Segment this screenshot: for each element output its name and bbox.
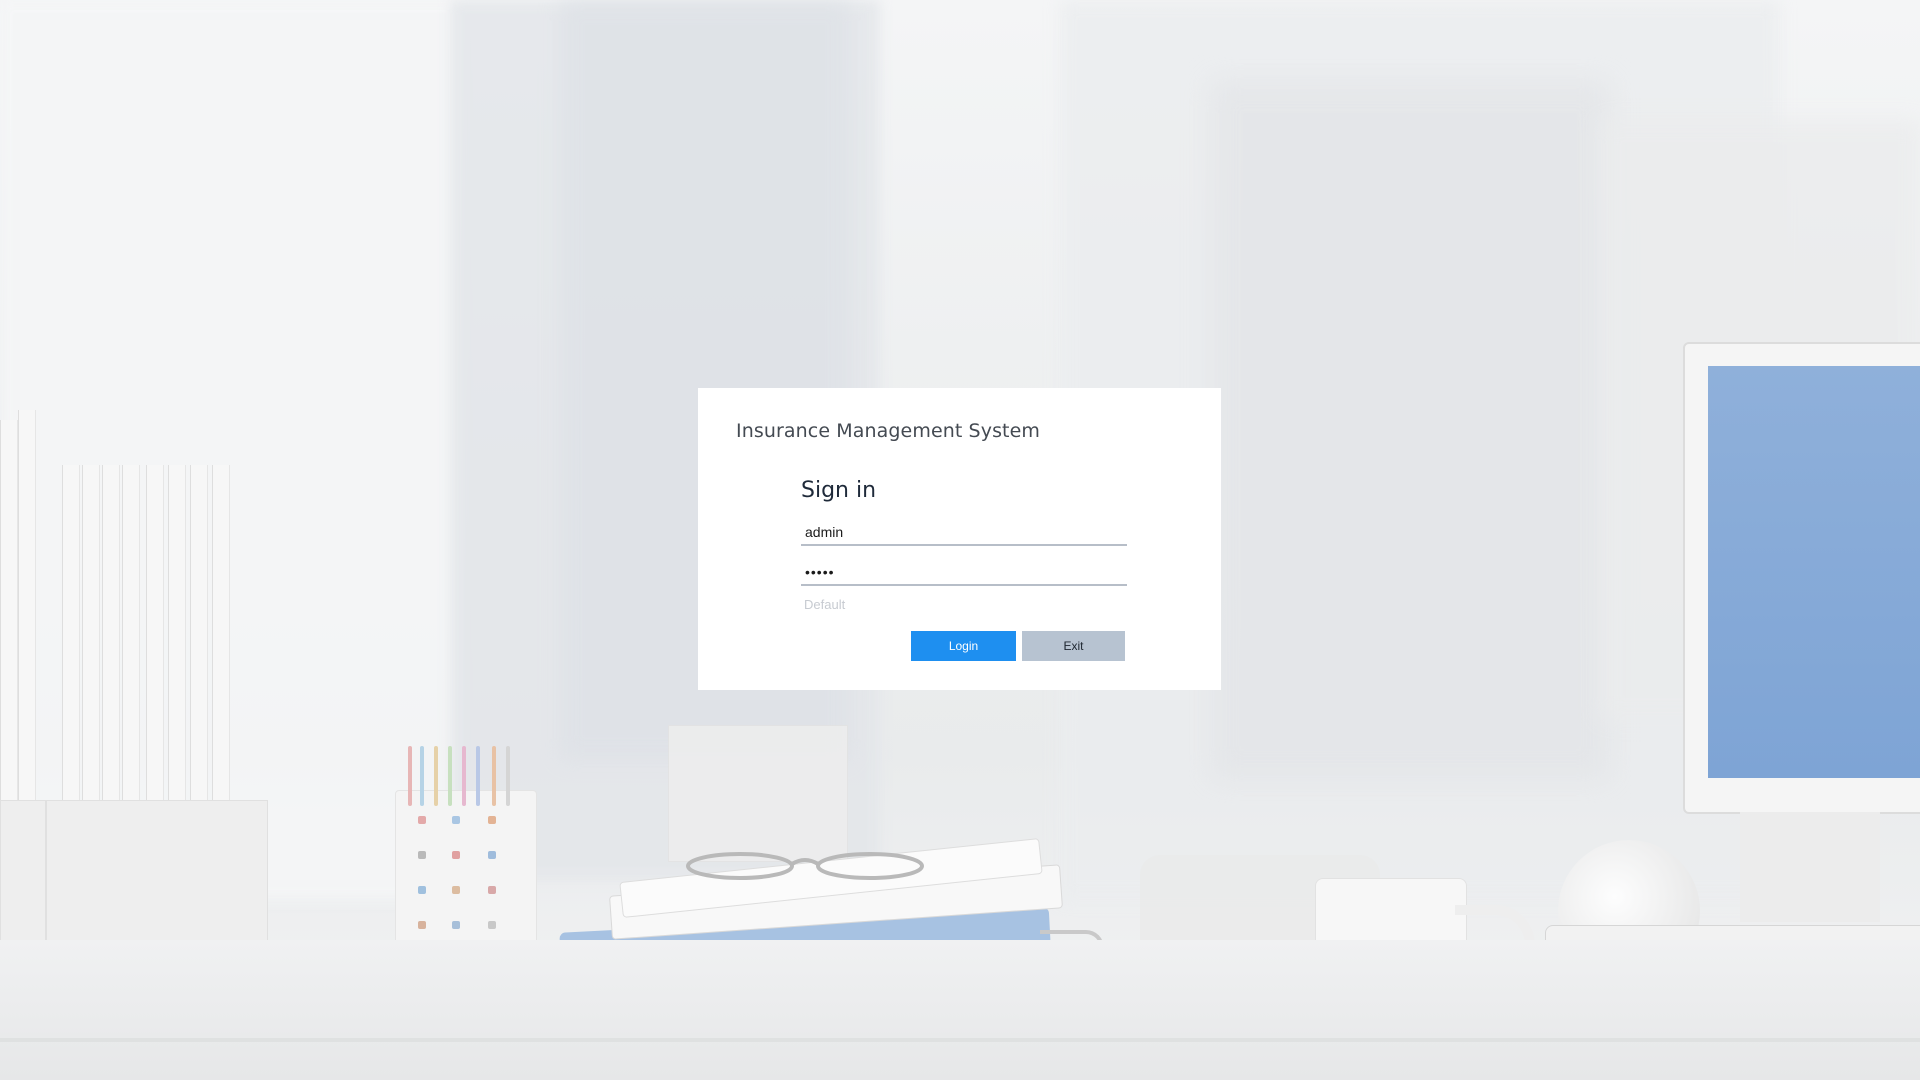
username-input[interactable] [801,520,1127,546]
eyeglasses-icon [686,852,924,880]
default-hint: Default [804,597,846,612]
login-dialog: Insurance Management System Sign in Defa… [698,388,1221,690]
desk-calendar [668,725,848,862]
password-input[interactable] [801,560,1127,586]
file-organizer [0,410,280,992]
monitor-screen [1708,366,1920,778]
desk-edge [0,1038,1920,1042]
monitor-stand [1740,812,1880,922]
login-button[interactable]: Login [911,631,1016,661]
exit-button[interactable]: Exit [1022,631,1125,661]
sign-in-heading: Sign in [801,478,877,503]
background-building-right [1210,80,1610,780]
app-title: Insurance Management System [736,420,1041,442]
desk-surface [0,940,1920,1080]
